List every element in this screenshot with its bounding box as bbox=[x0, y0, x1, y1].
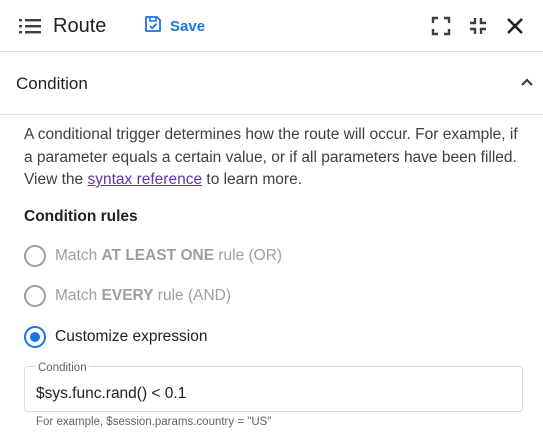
radio-button-selected[interactable] bbox=[24, 326, 46, 348]
panel-title: Route bbox=[53, 15, 107, 37]
description-text-end: to learn more. bbox=[202, 171, 303, 188]
radio-match-every[interactable]: Match EVERY rule (AND) bbox=[24, 284, 231, 308]
syntax-reference-link[interactable]: syntax reference bbox=[87, 171, 202, 188]
close-icon[interactable] bbox=[503, 14, 527, 38]
list-icon[interactable] bbox=[18, 14, 42, 38]
section-description: A conditional trigger determines how the… bbox=[24, 124, 529, 192]
condition-section-header[interactable]: Condition bbox=[0, 53, 543, 115]
condition-field-label: Condition bbox=[36, 361, 89, 375]
radio-label: Match EVERY rule (AND) bbox=[55, 287, 232, 304]
fullscreen-icon[interactable] bbox=[429, 14, 453, 38]
save-button[interactable]: Save bbox=[140, 12, 209, 40]
radio-button[interactable] bbox=[24, 245, 46, 267]
radio-label: Customize expression bbox=[55, 328, 208, 345]
collapse-icon[interactable] bbox=[466, 14, 490, 38]
condition-rules-label: Condition rules bbox=[24, 208, 138, 225]
condition-hint: For example, $session.params.country = "… bbox=[36, 416, 272, 428]
panel-header: Route Save bbox=[0, 0, 543, 52]
save-label: Save bbox=[170, 17, 206, 35]
chevron-up-icon[interactable] bbox=[516, 72, 538, 94]
radio-button[interactable] bbox=[24, 285, 46, 307]
radio-label: Match AT LEAST ONE rule (OR) bbox=[55, 247, 283, 264]
save-icon bbox=[144, 15, 162, 37]
radio-match-at-least-one[interactable]: Match AT LEAST ONE rule (OR) bbox=[24, 244, 282, 268]
radio-customize-expression[interactable]: Customize expression bbox=[24, 325, 207, 349]
condition-value[interactable]: $sys.func.rand() < 0.1 bbox=[36, 384, 186, 404]
section-title: Condition bbox=[16, 74, 88, 93]
